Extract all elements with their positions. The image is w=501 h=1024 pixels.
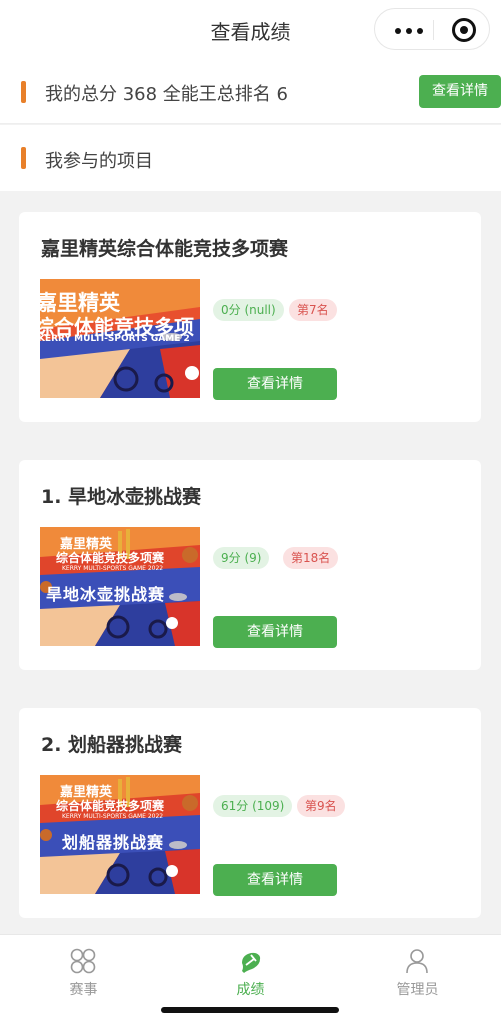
total-score-summary: 我的总分 368 全能王总排名 6 查看详情: [0, 60, 501, 124]
total-score-text: 我的总分 368 全能王总排名 6: [45, 84, 288, 105]
more-icon[interactable]: [395, 28, 423, 34]
poster-english-title: KERRY MULTI-SPORTS GAME 2022: [62, 813, 164, 820]
poster-title-line2: 综合体能竞技多项赛: [56, 551, 165, 565]
tab-label: 成绩: [236, 982, 265, 998]
rank-badge: 第7名: [289, 299, 337, 321]
event-title: 嘉里精英综合体能竞技多项赛: [41, 238, 289, 260]
section-header: 我参与的项目: [0, 125, 501, 191]
score-badge: 9分 (9): [213, 547, 270, 569]
admin-icon: [406, 949, 428, 974]
event-card[interactable]: 2. 划船器挑战赛 嘉里精英 综合体能竞技多项赛 KERRY MULTI-SPO…: [19, 708, 481, 918]
tab-admin[interactable]: 管理员: [334, 935, 501, 1005]
rank-badge: 第9名: [297, 795, 345, 817]
mini-program-capsule: [374, 8, 490, 50]
close-miniprogram-icon[interactable]: [452, 18, 476, 42]
navigation-bar: 查看成绩: [0, 0, 501, 60]
view-details-button[interactable]: 查看详情: [213, 864, 337, 896]
tab-label: 赛事: [69, 982, 98, 998]
event-card[interactable]: 1. 旱地冰壶挑战赛 嘉里精英 综合体能竞技多项赛 KERRY MULTI-SP…: [19, 460, 481, 670]
tab-label: 管理员: [396, 982, 439, 998]
poster-title-line2: 综合体能竞技多项赛: [56, 799, 165, 813]
home-indicator: [161, 1007, 339, 1013]
event-poster-image: 嘉里精英 综合体能竞技多项赛 KERRY MULTI-SPORTS GAME 2…: [40, 527, 200, 646]
events-icon: [70, 948, 96, 974]
results-icon: [242, 952, 261, 973]
poster-event-name: 划船器挑战赛: [62, 833, 165, 852]
view-total-details-button[interactable]: 查看详情: [419, 75, 501, 108]
event-poster-image: 嘉里精英 综合体能竞技多项赛 KERRY MULTI-SPORTS GAME 2…: [40, 775, 200, 894]
accent-bar: [21, 81, 26, 103]
tab-events[interactable]: 赛事: [0, 935, 167, 1005]
rank-badge: 第18名: [283, 547, 339, 569]
event-title: 2. 划船器挑战赛: [41, 734, 183, 756]
view-details-button[interactable]: 查看详情: [213, 616, 337, 648]
view-details-button[interactable]: 查看详情: [213, 368, 337, 400]
event-card[interactable]: 嘉里精英综合体能竞技多项赛 嘉里精英 综合体能竞技多项 KERRY MULTI-…: [19, 212, 481, 422]
event-title: 1. 旱地冰壶挑战赛: [41, 486, 202, 508]
event-poster-image: 嘉里精英 综合体能竞技多项 KERRY MULTI-SPORTS GAME 2: [40, 279, 200, 398]
tab-results[interactable]: 成绩: [167, 935, 334, 1005]
poster-english-title: KERRY MULTI-SPORTS GAME 2: [40, 334, 190, 344]
accent-bar: [21, 147, 26, 169]
score-badge: 61分 (109): [213, 795, 293, 817]
score-badge: 0分 (null): [213, 299, 284, 321]
poster-english-title: KERRY MULTI-SPORTS GAME 2022: [62, 565, 164, 572]
capsule-divider: [433, 20, 434, 40]
section-title: 我参与的项目: [45, 151, 153, 172]
poster-event-name: 旱地冰壶挑战赛: [46, 585, 166, 604]
